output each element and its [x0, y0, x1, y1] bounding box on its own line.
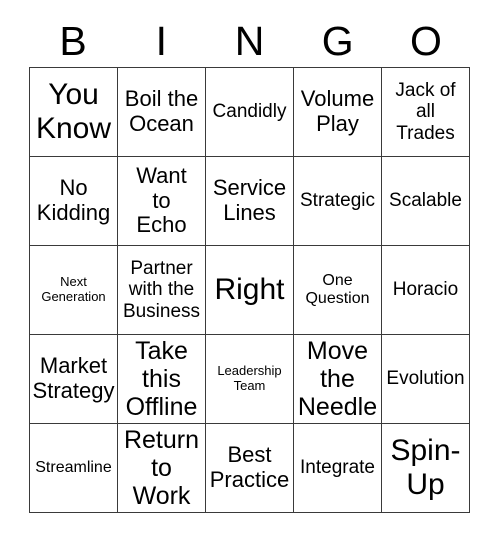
bingo-cell-label: Want to Echo	[136, 163, 187, 238]
bingo-cell-r3c1[interactable]: Next Generation	[30, 246, 118, 335]
bingo-cell-r4c1[interactable]: Market Strategy	[30, 335, 118, 424]
bingo-cell-label: Boil the Ocean	[124, 86, 199, 136]
bingo-cell-r3c5[interactable]: Horacio	[382, 246, 470, 335]
bingo-cell-r4c3[interactable]: Leadership Team	[206, 335, 294, 424]
bingo-cell-r1c5[interactable]: Jack of all Trades	[382, 68, 470, 157]
bingo-cell-r3c4[interactable]: One Question	[294, 246, 382, 335]
bingo-cell-label: No Kidding	[36, 175, 111, 225]
bingo-header-letter-o: O	[409, 18, 442, 64]
bingo-cell-label: Volume Play	[300, 86, 375, 136]
bingo-cell-label: Scalable	[389, 190, 462, 212]
bingo-cell-label: Best Practice	[209, 442, 290, 492]
bingo-cell-r4c5[interactable]: Evolution	[382, 335, 470, 424]
bingo-cell-label: Candidly	[212, 101, 287, 123]
bingo-cell-r2c5[interactable]: Scalable	[382, 157, 470, 246]
bingo-cell-r2c3[interactable]: Service Lines	[206, 157, 294, 246]
bingo-cell-label: Partner with the Business	[122, 258, 201, 322]
bingo-cell-label: Jack of all Trades	[395, 80, 456, 144]
bingo-cell-r1c2[interactable]: Boil the Ocean	[118, 68, 206, 157]
bingo-cell-r5c1[interactable]: Streamline	[30, 424, 118, 513]
bingo-cell-label: Strategic	[300, 190, 375, 212]
bingo-cell-label: Spin- Up	[390, 434, 461, 501]
bingo-cell-label: Streamline	[35, 459, 112, 477]
bingo-grid: You Know Boil the Ocean Candidly Volume …	[29, 67, 470, 513]
bingo-header-row: B I N G O	[29, 16, 470, 67]
bingo-cell-r2c2[interactable]: Want to Echo	[118, 157, 206, 246]
bingo-cell-label: Return to Work	[123, 426, 200, 510]
bingo-cell-r4c4[interactable]: Move the Needle	[294, 335, 382, 424]
bingo-cell-label: Market Strategy	[32, 353, 115, 403]
bingo-cell-r2c4[interactable]: Strategic	[294, 157, 382, 246]
bingo-cell-label: Take this Offline	[125, 337, 198, 421]
bingo-cell-r5c3[interactable]: Best Practice	[206, 424, 294, 513]
bingo-card: B I N G O You Know Boil the Ocean Candid…	[0, 0, 500, 544]
bingo-cell-r4c2[interactable]: Take this Offline	[118, 335, 206, 424]
bingo-cell-r5c2[interactable]: Return to Work	[118, 424, 206, 513]
bingo-cell-label: Integrate	[300, 457, 375, 479]
bingo-cell-label: You Know	[35, 78, 112, 145]
bingo-cell-r1c4[interactable]: Volume Play	[294, 68, 382, 157]
bingo-cell-label: Next Generation	[41, 274, 106, 304]
bingo-cell-label: Leadership Team	[217, 363, 282, 393]
bingo-cell-r2c1[interactable]: No Kidding	[30, 157, 118, 246]
bingo-header-letter-i: I	[155, 18, 167, 64]
bingo-cell-label: Service Lines	[212, 175, 287, 225]
bingo-cell-label: Right	[214, 273, 285, 307]
bingo-cell-r3c2[interactable]: Partner with the Business	[118, 246, 206, 335]
bingo-header-letter-b: B	[59, 18, 87, 64]
bingo-cell-r1c1[interactable]: You Know	[30, 68, 118, 157]
bingo-header-letter-n: N	[234, 18, 265, 64]
bingo-cell-label: Horacio	[392, 279, 459, 301]
bingo-cell-label: Move the Needle	[297, 337, 378, 421]
bingo-cell-r5c5[interactable]: Spin- Up	[382, 424, 470, 513]
bingo-cell-r1c3[interactable]: Candidly	[206, 68, 294, 157]
bingo-cell-r3c3[interactable]: Right	[206, 246, 294, 335]
bingo-cell-label: Evolution	[386, 368, 465, 390]
bingo-cell-r5c4[interactable]: Integrate	[294, 424, 382, 513]
bingo-header-letter-g: G	[321, 18, 354, 64]
bingo-cell-label: One Question	[305, 272, 370, 307]
